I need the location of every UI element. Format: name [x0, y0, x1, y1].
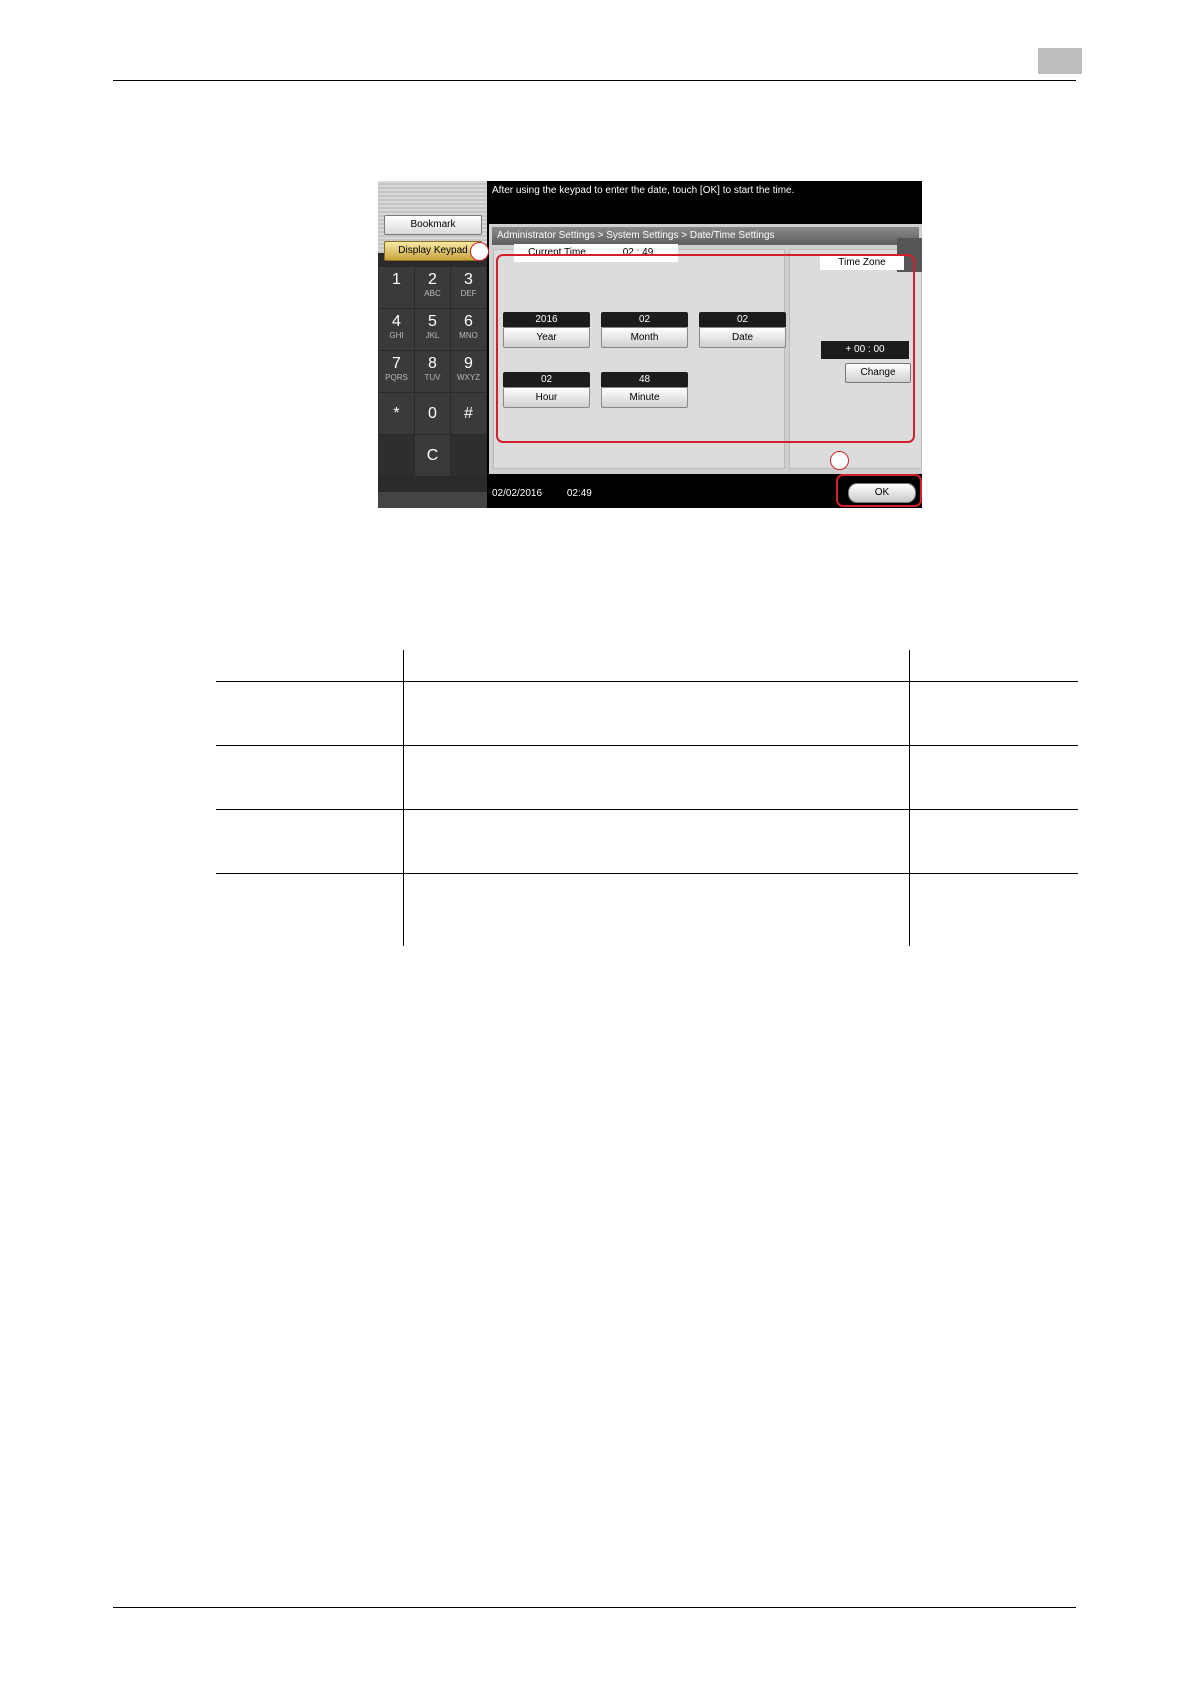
key-letters: ABC	[424, 289, 441, 298]
header-rule	[113, 80, 1076, 81]
key-letters: PQRS	[385, 373, 408, 382]
key-digit: 0	[428, 405, 437, 422]
key-digit: 1	[392, 271, 401, 288]
key-letters: JKL	[425, 331, 440, 340]
table-row-divider	[216, 745, 1078, 746]
key-letters: TUV	[424, 373, 441, 382]
key-digit: #	[464, 405, 473, 422]
key-digit: *	[393, 405, 400, 422]
key-letters: WXYZ	[456, 373, 481, 382]
breadcrumb: Administrator Settings > System Settings…	[492, 227, 919, 245]
key-blank-right	[451, 435, 486, 476]
display-keypad-button[interactable]: Display Keypad	[384, 241, 482, 261]
key-digit: 3	[464, 271, 473, 288]
key-blank-left	[379, 435, 414, 476]
key-1[interactable]: 1	[379, 267, 414, 308]
key-letters: GHI	[389, 331, 404, 340]
callout-marker-2	[830, 451, 849, 470]
key-digit: 8	[428, 355, 437, 372]
key-letters: DEF	[460, 289, 477, 298]
key-hash[interactable]: #	[451, 393, 486, 434]
key-2[interactable]: 2 ABC	[415, 267, 450, 308]
key-asterisk[interactable]: *	[379, 393, 414, 434]
key-digit: C	[426, 447, 439, 464]
key-3[interactable]: 3 DEF	[451, 267, 486, 308]
callout-marker-1	[470, 242, 489, 261]
footer-rule	[113, 1607, 1076, 1608]
key-digit: 9	[464, 355, 473, 372]
status-date: 02/02/2016	[492, 488, 543, 499]
key-6[interactable]: 6 MNO	[451, 309, 486, 350]
key-7[interactable]: 7 PQRS	[379, 351, 414, 392]
key-digit: 2	[428, 271, 437, 288]
keypad-footer	[378, 492, 487, 508]
key-0[interactable]: 0	[415, 393, 450, 434]
key-clear[interactable]: C	[415, 435, 450, 476]
page-tab	[1038, 48, 1082, 74]
instruction-message: After using the keypad to enter the date…	[492, 185, 795, 196]
table-column-divider	[403, 650, 404, 946]
table-row-divider	[216, 809, 1078, 810]
status-bar: 02/02/2016 02:49	[492, 488, 614, 499]
key-4[interactable]: 4 GHI	[379, 309, 414, 350]
status-time: 02:49	[566, 488, 592, 499]
key-digit: 7	[392, 355, 401, 372]
key-digit: 6	[464, 313, 473, 330]
key-5[interactable]: 5 JKL	[415, 309, 450, 350]
key-9[interactable]: 9 WXYZ	[451, 351, 486, 392]
left-column: Bookmark Display Keypad 1 2 ABC 3 DEF 4 GHI…	[378, 181, 487, 508]
callout-box-settings	[496, 254, 915, 443]
key-digit: 4	[392, 313, 401, 330]
key-letters: MNO	[459, 331, 478, 340]
key-digit: 5	[428, 313, 437, 330]
table-column-divider	[909, 650, 910, 946]
table-row-divider	[216, 681, 1078, 682]
key-8[interactable]: 8 TUV	[415, 351, 450, 392]
callout-box-ok	[836, 474, 922, 507]
table-row-divider	[216, 873, 1078, 874]
bookmark-button[interactable]: Bookmark	[384, 215, 482, 235]
